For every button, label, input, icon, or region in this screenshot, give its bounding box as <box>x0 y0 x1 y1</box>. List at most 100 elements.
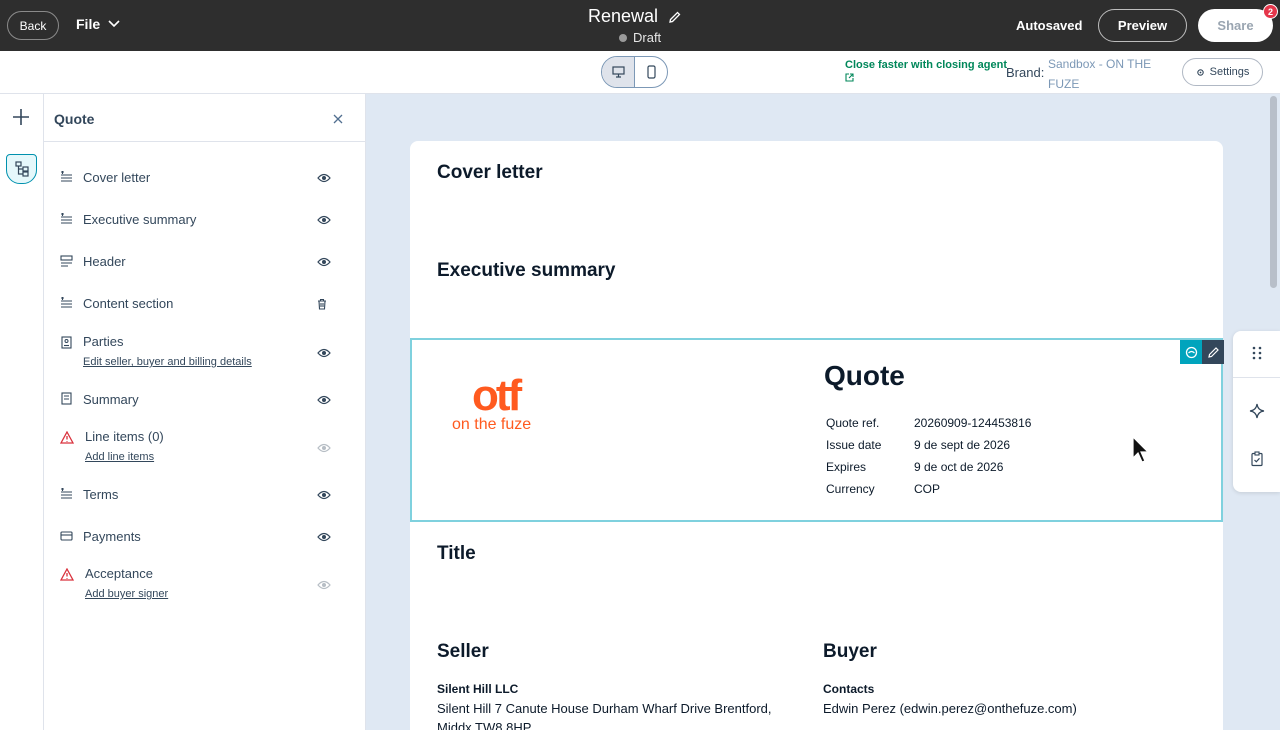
palette-icon <box>1185 346 1197 358</box>
meta-value: 9 de sept de 2026 <box>914 438 1011 452</box>
meta-key: Issue date <box>826 438 882 452</box>
brand-label: Brand: <box>1006 65 1045 80</box>
edit-parties-link[interactable]: Edit seller, buyer and billing details <box>83 356 252 368</box>
chevron-down-icon <box>108 20 120 28</box>
meta-value: COP <box>914 482 941 496</box>
logo-tagline: on the fuze <box>452 416 532 433</box>
eye-icon[interactable] <box>317 257 331 267</box>
title-heading[interactable]: Title <box>437 543 476 565</box>
scrollbar[interactable] <box>1270 96 1277 288</box>
share-button[interactable]: Share <box>1198 9 1273 42</box>
status-label: Draft <box>633 30 662 45</box>
quote-header-block[interactable]: otf on the fuze Quote Quote ref. 20260909… <box>410 338 1224 522</box>
notification-badge: 2 <box>1263 4 1278 19</box>
desktop-view-button[interactable] <box>602 57 635 87</box>
eye-icon[interactable] <box>317 395 331 405</box>
file-menu-label: File <box>76 16 101 32</box>
meta-row: Currency COP <box>826 482 1031 504</box>
section-item-label: Executive summary <box>83 212 197 227</box>
section-item-line-items[interactable]: Line items (0) Add line items <box>44 427 366 467</box>
section-item-label: Summary <box>83 392 139 407</box>
meta-row: Quote ref. 20260909-124453816 <box>826 416 1031 438</box>
clipboard-check-icon[interactable] <box>1249 451 1265 467</box>
section-item-payments[interactable]: Payments <box>44 527 366 547</box>
gear-icon <box>1196 68 1204 76</box>
seller-address: Silent Hill 7 Canute House Durham Wharf … <box>437 701 772 730</box>
pencil-icon[interactable] <box>668 10 682 24</box>
header-icon <box>60 255 73 267</box>
meta-row: Expires 9 de oct de 2026 <box>826 460 1031 482</box>
quote-structure-panel: Quote Cover letter Executive summary Hea… <box>44 94 366 730</box>
panel-header: Quote <box>44 94 365 142</box>
block-edit-button[interactable] <box>1202 340 1224 364</box>
section-item-content-section[interactable]: Content section <box>44 294 366 314</box>
brand-select[interactable]: Sandbox - ON THE FUZE <box>1048 54 1168 94</box>
toolbar-divider <box>1233 377 1280 378</box>
buyer-contacts-label: Contacts <box>823 682 875 696</box>
left-rail <box>0 94 44 730</box>
warning-icon <box>60 431 74 444</box>
eye-icon[interactable] <box>317 580 331 590</box>
logo-mark: otf <box>472 371 522 420</box>
add-icon[interactable] <box>11 107 31 127</box>
buyer-heading: Buyer <box>823 641 877 662</box>
status-dot-icon <box>619 33 627 42</box>
trash-icon[interactable] <box>317 298 327 310</box>
text-lines-icon <box>61 213 72 224</box>
eye-icon[interactable] <box>317 215 331 225</box>
drag-handle-icon[interactable] <box>1249 345 1265 361</box>
eye-icon[interactable] <box>317 532 331 542</box>
status-indicator: Draft <box>619 30 661 45</box>
block-style-button[interactable] <box>1180 340 1202 364</box>
section-item-cover-letter[interactable]: Cover letter <box>44 168 366 188</box>
warning-icon <box>60 568 74 581</box>
meta-key: Quote ref. <box>826 416 880 430</box>
document-icon <box>61 392 72 405</box>
executive-summary-heading[interactable]: Executive summary <box>437 260 616 282</box>
eye-icon[interactable] <box>317 490 331 500</box>
eye-icon[interactable] <box>317 443 331 453</box>
section-item-header[interactable]: Header <box>44 252 366 272</box>
meta-value: 9 de oct de 2026 <box>914 460 1004 474</box>
quote-meta: Quote ref. 20260909-124453816 Issue date 9… <box>826 416 1031 504</box>
section-item-label: Parties <box>83 334 124 349</box>
meta-value: 20260909-124453816 <box>914 416 1032 430</box>
back-button[interactable]: Back <box>7 11 59 40</box>
section-item-label: Header <box>83 254 126 269</box>
quote-title: Quote <box>824 360 905 391</box>
section-item-summary[interactable]: Summary <box>44 390 366 410</box>
buyer-contact: Edwin Perez (edwin.perez@onthefuze.com) <box>823 701 1077 716</box>
sparkle-icon[interactable] <box>1249 403 1265 419</box>
structure-button[interactable] <box>6 154 37 184</box>
tree-structure-icon <box>14 161 29 177</box>
quote-document: Cover letter Executive summary otf on th… <box>410 141 1224 730</box>
section-item-terms[interactable]: Terms <box>44 485 366 505</box>
block-actions <box>1180 340 1224 364</box>
add-line-items-link[interactable]: Add line items <box>85 451 154 463</box>
top-bar: Back File Renewal Draft Autosaved Previe… <box>0 0 1280 51</box>
mobile-icon <box>646 65 656 79</box>
mouse-cursor-icon <box>1132 436 1150 463</box>
add-buyer-signer-link[interactable]: Add buyer signer <box>85 588 168 600</box>
close-icon[interactable] <box>332 113 344 125</box>
credit-card-icon <box>60 531 73 541</box>
document-title: Renewal <box>588 6 659 26</box>
meta-key: Expires <box>826 460 867 474</box>
autosave-status: Autosaved <box>1016 18 1083 33</box>
eye-icon[interactable] <box>317 173 331 183</box>
text-lines-icon <box>61 488 72 499</box>
cover-letter-heading[interactable]: Cover letter <box>437 162 543 184</box>
section-item-executive-summary[interactable]: Executive summary <box>44 210 366 230</box>
closing-agent-link[interactable]: Close faster with closing agent <box>845 58 1007 82</box>
preview-button[interactable]: Preview <box>1098 9 1187 42</box>
mobile-view-button[interactable] <box>635 57 667 87</box>
file-menu[interactable]: File <box>76 16 120 32</box>
contact-card-icon <box>61 336 72 349</box>
section-item-acceptance[interactable]: Acceptance Add buyer signer <box>44 564 366 604</box>
section-item-parties[interactable]: Parties Edit seller, buyer and billing d… <box>44 332 366 372</box>
seller-heading: Seller <box>437 641 489 662</box>
closing-agent-label: Close faster with closing agent <box>845 59 1007 71</box>
panel-title: Quote <box>54 111 95 127</box>
settings-button[interactable]: Settings <box>1182 58 1263 86</box>
eye-icon[interactable] <box>317 348 331 358</box>
